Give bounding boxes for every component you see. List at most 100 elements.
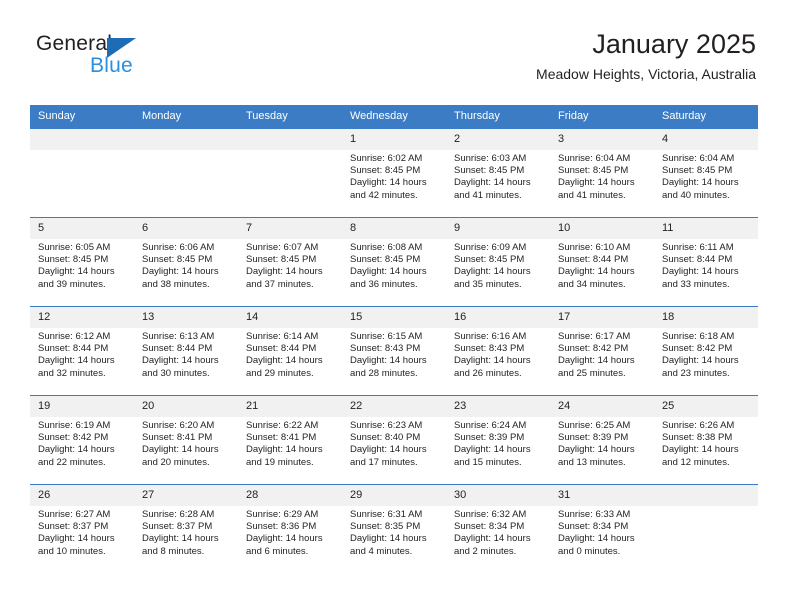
sunset-text: Sunset: 8:45 PM xyxy=(350,254,421,266)
calendar-day-cell[interactable]: 4 Sunrise: 6:04 AM Sunset: 8:45 PM Daylight… xyxy=(654,128,758,218)
sunset-text: Sunset: 8:34 PM xyxy=(454,521,525,533)
day-number: 15 xyxy=(342,307,446,328)
calendar-day-cell[interactable]: 20 Sunrise: 6:20 AM Sunset: 8:41 PM Dayligh… xyxy=(134,395,238,485)
daylight-text: Daylight: 14 hours and 42 minutes. xyxy=(350,177,427,201)
calendar-day-cell[interactable]: 16 Sunrise: 6:16 AM Sunset: 8:43 PM Dayligh… xyxy=(446,306,550,396)
day-sun-info: Sunrise: 6:29 AM Sunset: 8:36 PM Daylight:… xyxy=(238,506,342,558)
calendar-day-cell[interactable]: 12 Sunrise: 6:12 AM Sunset: 8:44 PM Dayligh… xyxy=(30,306,134,396)
calendar-day-cell[interactable]: 2 Sunrise: 6:03 AM Sunset: 8:45 PM Daylight… xyxy=(446,128,550,218)
day-sun-info: Sunrise: 6:20 AM Sunset: 8:41 PM Daylight:… xyxy=(134,417,238,469)
day-number: 8 xyxy=(342,218,446,239)
calendar-day-cell[interactable]: 18 Sunrise: 6:18 AM Sunset: 8:42 PM Dayligh… xyxy=(654,306,758,396)
sunrise-text: Sunrise: 6:14 AM xyxy=(246,331,319,342)
calendar-day-cell[interactable]: 22 Sunrise: 6:23 AM Sunset: 8:40 PM Dayligh… xyxy=(342,395,446,485)
calendar-day-cell-empty xyxy=(654,484,758,573)
sunrise-text: Sunrise: 6:15 AM xyxy=(350,331,423,342)
weekday-header-row: Sunday Monday Tuesday Wednesday Thursday… xyxy=(30,105,758,129)
sunrise-text: Sunrise: 6:09 AM xyxy=(454,242,527,253)
day-sun-info: Sunrise: 6:09 AM Sunset: 8:45 PM Daylight:… xyxy=(446,239,550,291)
sunset-text: Sunset: 8:44 PM xyxy=(38,343,109,355)
calendar-day-cell[interactable]: 25 Sunrise: 6:26 AM Sunset: 8:38 PM Dayligh… xyxy=(654,395,758,485)
calendar-day-cell[interactable]: 14 Sunrise: 6:14 AM Sunset: 8:44 PM Dayligh… xyxy=(238,306,342,396)
sunset-text: Sunset: 8:45 PM xyxy=(142,254,213,266)
weekday-header-friday: Friday xyxy=(550,105,654,129)
sunrise-text: Sunrise: 6:13 AM xyxy=(142,331,215,342)
calendar-day-cell[interactable]: 28 Sunrise: 6:29 AM Sunset: 8:36 PM Dayligh… xyxy=(238,484,342,573)
day-sun-info: Sunrise: 6:22 AM Sunset: 8:41 PM Daylight:… xyxy=(238,417,342,469)
daylight-text: Daylight: 14 hours and 25 minutes. xyxy=(558,355,635,379)
day-sun-info: Sunrise: 6:17 AM Sunset: 8:42 PM Daylight:… xyxy=(550,328,654,380)
sunrise-text: Sunrise: 6:08 AM xyxy=(350,242,423,253)
sunset-text: Sunset: 8:41 PM xyxy=(142,432,213,444)
calendar-day-cell[interactable]: 21 Sunrise: 6:22 AM Sunset: 8:41 PM Dayligh… xyxy=(238,395,342,485)
day-sun-info: Sunrise: 6:12 AM Sunset: 8:44 PM Daylight:… xyxy=(30,328,134,380)
daylight-text: Daylight: 14 hours and 20 minutes. xyxy=(142,444,219,468)
sunset-text: Sunset: 8:36 PM xyxy=(246,521,317,533)
sunrise-text: Sunrise: 6:10 AM xyxy=(558,242,631,253)
logo-text-general: General xyxy=(36,32,113,55)
calendar-day-cell[interactable]: 19 Sunrise: 6:19 AM Sunset: 8:42 PM Dayligh… xyxy=(30,395,134,485)
day-number: 12 xyxy=(30,307,134,328)
calendar-day-cell[interactable]: 5 Sunrise: 6:05 AM Sunset: 8:45 PM Daylight… xyxy=(30,217,134,307)
calendar-day-cell[interactable]: 13 Sunrise: 6:13 AM Sunset: 8:44 PM Dayligh… xyxy=(134,306,238,396)
sunset-text: Sunset: 8:39 PM xyxy=(454,432,525,444)
sunrise-text: Sunrise: 6:06 AM xyxy=(142,242,215,253)
title-block: January 2025 Meadow Heights, Victoria, A… xyxy=(536,28,756,83)
daylight-text: Daylight: 14 hours and 41 minutes. xyxy=(454,177,531,201)
calendar-day-cell[interactable]: 11 Sunrise: 6:11 AM Sunset: 8:44 PM Dayligh… xyxy=(654,217,758,307)
calendar-day-cell[interactable]: 8 Sunrise: 6:08 AM Sunset: 8:45 PM Daylight… xyxy=(342,217,446,307)
sunset-text: Sunset: 8:45 PM xyxy=(558,165,629,177)
calendar-day-cell[interactable]: 27 Sunrise: 6:28 AM Sunset: 8:37 PM Dayligh… xyxy=(134,484,238,573)
daylight-text: Daylight: 14 hours and 23 minutes. xyxy=(662,355,739,379)
calendar-day-cell[interactable]: 29 Sunrise: 6:31 AM Sunset: 8:35 PM Dayligh… xyxy=(342,484,446,573)
calendar-day-cell[interactable]: 15 Sunrise: 6:15 AM Sunset: 8:43 PM Dayligh… xyxy=(342,306,446,396)
daylight-text: Daylight: 14 hours and 6 minutes. xyxy=(246,533,323,557)
day-number xyxy=(654,485,758,506)
daylight-text: Daylight: 14 hours and 0 minutes. xyxy=(558,533,635,557)
calendar-day-cell-empty xyxy=(30,128,134,218)
daylight-text: Daylight: 14 hours and 19 minutes. xyxy=(246,444,323,468)
day-number: 22 xyxy=(342,396,446,417)
sunset-text: Sunset: 8:39 PM xyxy=(558,432,629,444)
calendar-day-cell[interactable]: 24 Sunrise: 6:25 AM Sunset: 8:39 PM Dayligh… xyxy=(550,395,654,485)
sunset-text: Sunset: 8:43 PM xyxy=(350,343,421,355)
calendar-day-cell[interactable]: 17 Sunrise: 6:17 AM Sunset: 8:42 PM Dayligh… xyxy=(550,306,654,396)
calendar-day-cell[interactable]: 30 Sunrise: 6:32 AM Sunset: 8:34 PM Dayligh… xyxy=(446,484,550,573)
sunset-text: Sunset: 8:45 PM xyxy=(38,254,109,266)
sunrise-text: Sunrise: 6:19 AM xyxy=(38,420,111,431)
daylight-text: Daylight: 14 hours and 15 minutes. xyxy=(454,444,531,468)
calendar-week-row: 26 Sunrise: 6:27 AM Sunset: 8:37 PM Dayligh… xyxy=(30,484,758,573)
calendar-header-row-group: Sunday Monday Tuesday Wednesday Thursday… xyxy=(30,105,758,129)
calendar-day-cell[interactable]: 3 Sunrise: 6:04 AM Sunset: 8:45 PM Daylight… xyxy=(550,128,654,218)
calendar-day-cell[interactable]: 9 Sunrise: 6:09 AM Sunset: 8:45 PM Daylight… xyxy=(446,217,550,307)
calendar-day-cell[interactable]: 6 Sunrise: 6:06 AM Sunset: 8:45 PM Daylight… xyxy=(134,217,238,307)
sunrise-text: Sunrise: 6:24 AM xyxy=(454,420,527,431)
sunrise-text: Sunrise: 6:32 AM xyxy=(454,509,527,520)
day-sun-info: Sunrise: 6:23 AM Sunset: 8:40 PM Daylight:… xyxy=(342,417,446,469)
weekday-header-thursday: Thursday xyxy=(446,105,550,129)
day-number: 28 xyxy=(238,485,342,506)
weekday-header-tuesday: Tuesday xyxy=(238,105,342,129)
daylight-text: Daylight: 14 hours and 8 minutes. xyxy=(142,533,219,557)
calendar-day-cell[interactable]: 23 Sunrise: 6:24 AM Sunset: 8:39 PM Dayligh… xyxy=(446,395,550,485)
day-sun-info: Sunrise: 6:26 AM Sunset: 8:38 PM Daylight:… xyxy=(654,417,758,469)
sunrise-text: Sunrise: 6:11 AM xyxy=(662,242,734,253)
day-sun-info: Sunrise: 6:07 AM Sunset: 8:45 PM Daylight:… xyxy=(238,239,342,291)
calendar-day-cell-empty xyxy=(238,128,342,218)
calendar-day-cell[interactable]: 7 Sunrise: 6:07 AM Sunset: 8:45 PM Daylight… xyxy=(238,217,342,307)
daylight-text: Daylight: 14 hours and 13 minutes. xyxy=(558,444,635,468)
calendar-week-row: 12 Sunrise: 6:12 AM Sunset: 8:44 PM Dayligh… xyxy=(30,306,758,396)
day-number: 5 xyxy=(30,218,134,239)
daylight-text: Daylight: 14 hours and 36 minutes. xyxy=(350,266,427,290)
calendar-week-row: 1 Sunrise: 6:02 AM Sunset: 8:45 PM Daylight… xyxy=(30,128,758,218)
day-sun-info: Sunrise: 6:15 AM Sunset: 8:43 PM Daylight:… xyxy=(342,328,446,380)
day-number: 29 xyxy=(342,485,446,506)
sunrise-text: Sunrise: 6:18 AM xyxy=(662,331,735,342)
sunset-text: Sunset: 8:37 PM xyxy=(142,521,213,533)
calendar-day-cell[interactable]: 1 Sunrise: 6:02 AM Sunset: 8:45 PM Daylight… xyxy=(342,128,446,218)
day-sun-info: Sunrise: 6:04 AM Sunset: 8:45 PM Daylight:… xyxy=(654,150,758,202)
calendar-day-cell[interactable]: 31 Sunrise: 6:33 AM Sunset: 8:34 PM Dayligh… xyxy=(550,484,654,573)
calendar-day-cell[interactable]: 10 Sunrise: 6:10 AM Sunset: 8:44 PM Dayligh… xyxy=(550,217,654,307)
day-sun-info: Sunrise: 6:02 AM Sunset: 8:45 PM Daylight:… xyxy=(342,150,446,202)
calendar-day-cell[interactable]: 26 Sunrise: 6:27 AM Sunset: 8:37 PM Dayligh… xyxy=(30,484,134,573)
